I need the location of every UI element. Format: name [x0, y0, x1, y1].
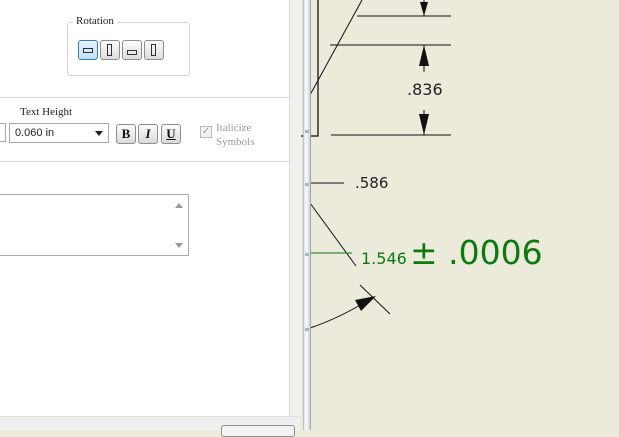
- rotation-horizontal-below-button[interactable]: [122, 40, 142, 60]
- italicize-symbols-label-line1: Italicize: [216, 122, 252, 134]
- splitter-grip: [305, 130, 309, 133]
- separator: [0, 161, 289, 162]
- horizontal-text-icon: [83, 48, 93, 53]
- italicize-symbols-label-line2: Symbols: [216, 136, 255, 148]
- panel-splitter[interactable]: [303, 0, 311, 430]
- text-height-select[interactable]: 0.060 in: [9, 123, 109, 143]
- rotation-horizontal-button[interactable]: [78, 40, 98, 60]
- splitter-grip: [305, 183, 309, 186]
- font-select-partial[interactable]: [0, 123, 6, 142]
- separator: [0, 97, 289, 98]
- italic-button[interactable]: I: [138, 124, 158, 144]
- rotation-group-title: Rotation: [73, 15, 117, 27]
- ok-button[interactable]: [221, 425, 295, 437]
- tolerance-value[interactable]: ± .0006: [410, 233, 543, 272]
- rotation-vertical-down-button[interactable]: [144, 40, 164, 60]
- dimension-586[interactable]: .586: [355, 174, 388, 192]
- format-text-dialog: Rotation Text Height 0.060 in B I U ✓ It…: [0, 0, 301, 437]
- chevron-down-icon: [95, 131, 103, 136]
- scroll-down-arrow-icon[interactable]: [175, 243, 183, 248]
- tolerance-base-value[interactable]: 1.546: [361, 249, 407, 268]
- scroll-up-arrow-icon[interactable]: [175, 203, 183, 208]
- italicize-symbols-checkbox[interactable]: ✓: [200, 126, 212, 138]
- text-height-label: Text Height: [20, 106, 73, 118]
- horizontal-text-below-icon: [127, 50, 137, 55]
- underline-button[interactable]: U: [161, 124, 181, 144]
- text-height-value: 0.060 in: [15, 127, 55, 139]
- bold-button[interactable]: B: [116, 124, 136, 144]
- text-edit-area[interactable]: [0, 194, 189, 256]
- dialog-edge: [289, 0, 301, 416]
- vertical-text-icon: [107, 44, 112, 56]
- vertical-text-down-icon: [151, 44, 156, 56]
- rotation-vertical-up-button[interactable]: [100, 40, 120, 60]
- splitter-grip: [305, 253, 309, 256]
- italicize-symbols-label: Italicize Symbols: [216, 121, 276, 149]
- dimension-836[interactable]: .836: [407, 80, 443, 99]
- splitter-grip: [305, 328, 309, 331]
